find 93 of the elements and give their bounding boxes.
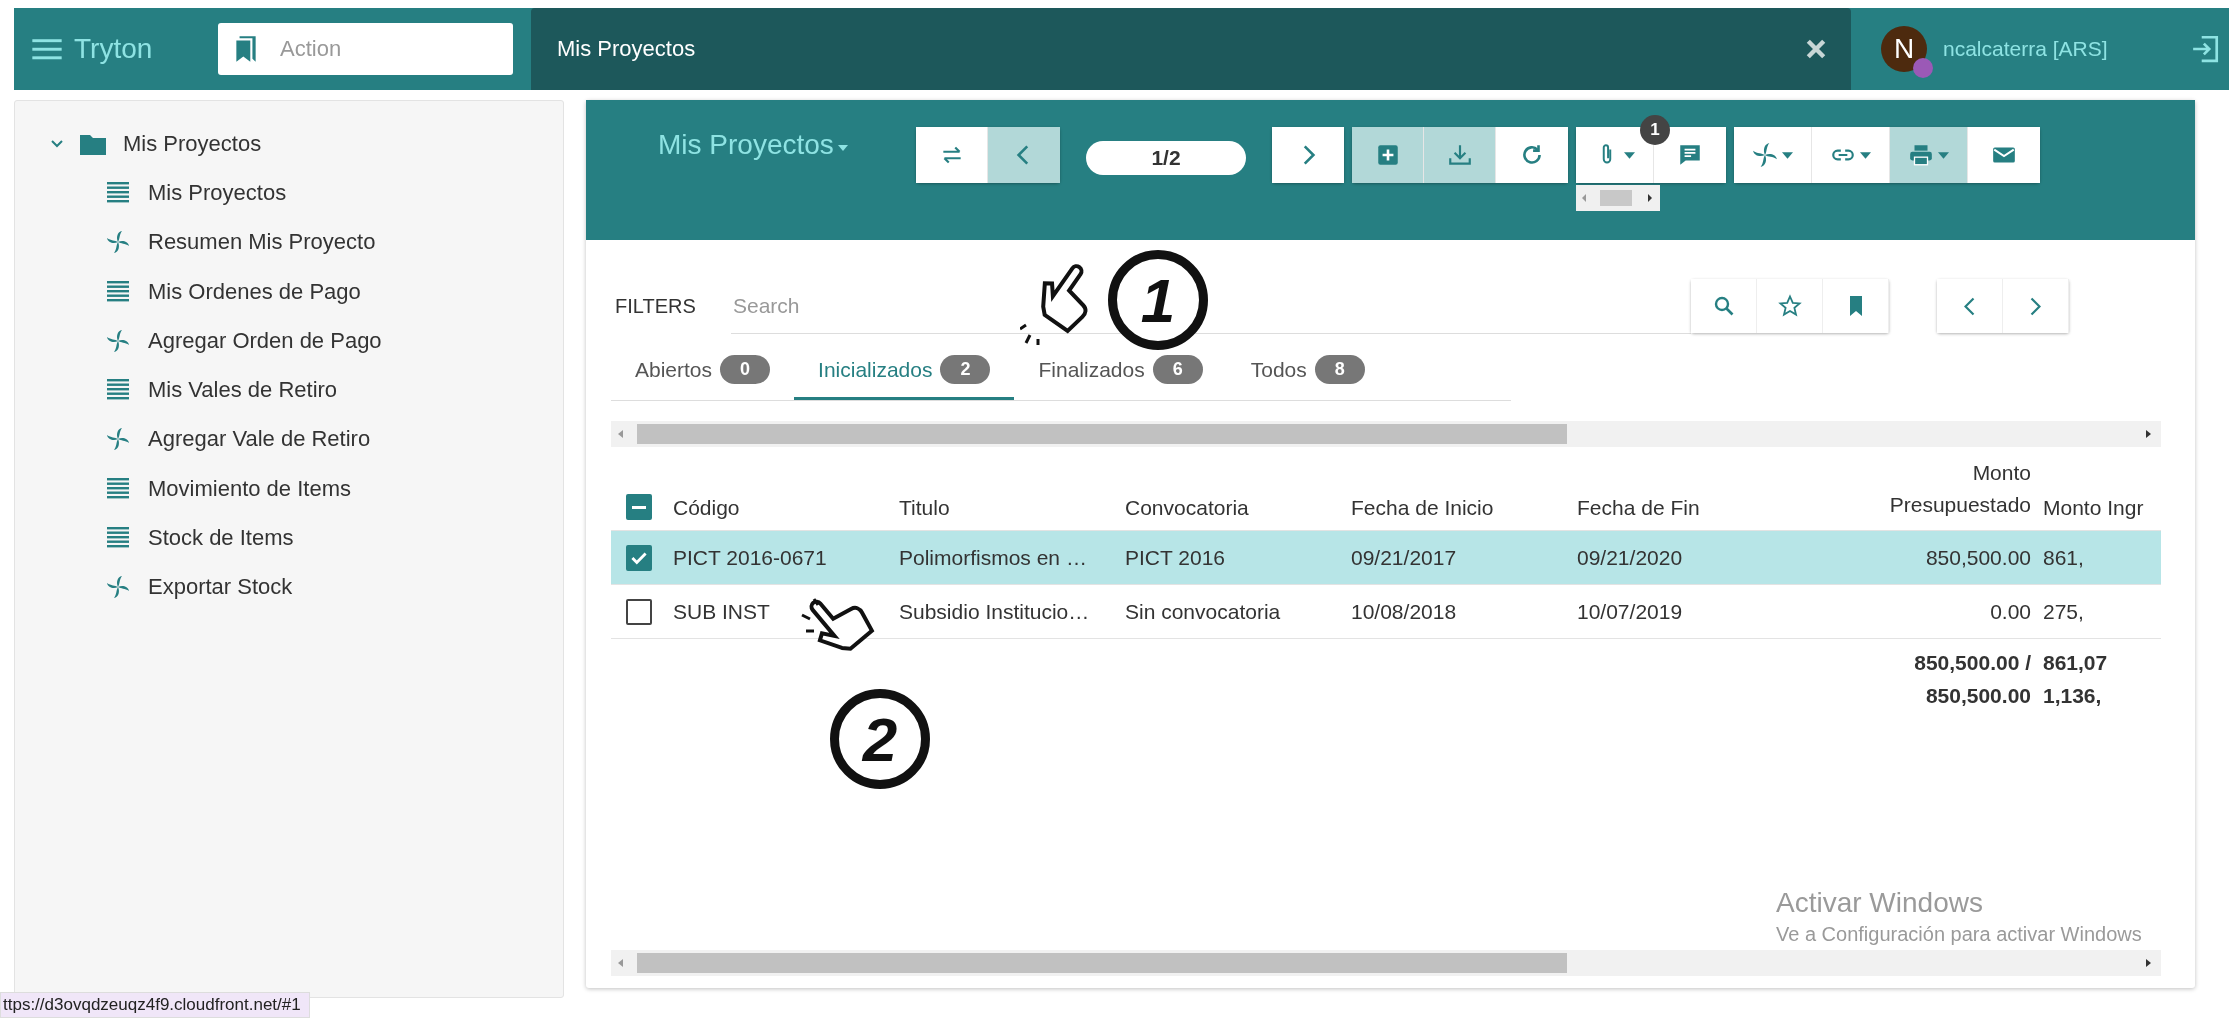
- chevron-left-icon: [1964, 296, 1975, 316]
- select-all-checkbox[interactable]: [626, 494, 652, 520]
- activation-notice-title: Activar Windows: [1776, 887, 1984, 919]
- close-icon[interactable]: [1805, 38, 1827, 60]
- switch-view-button[interactable]: [916, 127, 988, 183]
- caret-icon: [1860, 151, 1871, 159]
- tree-menu-item[interactable]: Mis Vales de Retiro: [51, 365, 563, 415]
- column-header[interactable]: Código: [673, 496, 740, 519]
- column-header[interactable]: Fecha de Inicio: [1351, 496, 1494, 519]
- count-badge: 8: [1314, 355, 1365, 384]
- logout-icon[interactable]: [2191, 34, 2221, 64]
- tree-menu-item[interactable]: Mis Proyectos: [51, 168, 563, 218]
- pinwheel-icon: [106, 427, 130, 452]
- favorite-button[interactable]: [1757, 279, 1823, 333]
- pinwheel-icon: [106, 328, 130, 353]
- row-checkbox[interactable]: [626, 598, 652, 625]
- filters-label: FILTERS: [614, 294, 697, 318]
- column-header[interactable]: Convocatoria: [1125, 496, 1249, 519]
- list-icon: [106, 180, 130, 205]
- list-icon: [106, 279, 130, 304]
- table-cell: Polimorfismos en …: [899, 545, 1087, 569]
- star-icon: [1777, 294, 1802, 318]
- tree-menu-item[interactable]: Mis Ordenes de Pago: [51, 266, 563, 317]
- column-header[interactable]: Fecha de Fin: [1577, 496, 1700, 519]
- caret-icon: [837, 145, 848, 151]
- table-cell: PICT 2016-0671: [673, 545, 827, 569]
- tree-folder-item[interactable]: Mis Proyectos: [51, 119, 563, 169]
- tree-menu-item[interactable]: Stock de Items: [51, 513, 563, 563]
- table-cell: 10/08/2018: [1351, 599, 1457, 623]
- count-badge: 0: [720, 355, 771, 384]
- relate-button[interactable]: [1812, 127, 1890, 183]
- caret-icon: [1938, 151, 1949, 159]
- table-row[interactable]: PICT 2016-0671 Polimorfismos en … PICT 2016 09/21/2017 09/21/2020 850,500.00 861,: [611, 531, 2161, 585]
- tree-menu-item[interactable]: Agregar Vale de Retiro: [51, 414, 563, 465]
- pinwheel-icon: [106, 230, 130, 255]
- horizontal-scrollbar[interactable]: [611, 950, 2161, 976]
- tree-menu-item[interactable]: Agregar Orden de Pago: [51, 316, 563, 366]
- tree-menu-item[interactable]: Exportar Stock: [51, 562, 563, 612]
- total-value: 850,500.00: [1924, 682, 2031, 709]
- avatar-status-dot: [1913, 58, 1933, 78]
- horizontal-scrollbar[interactable]: [611, 421, 2161, 447]
- bookmarks-icon: [234, 34, 258, 64]
- table-cell: Subsidio Institucio…: [899, 599, 1090, 623]
- column-header[interactable]: Titulo: [899, 496, 950, 519]
- table-cell: 09/21/2017: [1351, 545, 1457, 569]
- action-button[interactable]: [1734, 127, 1812, 183]
- table-cell: 275,: [2043, 599, 2084, 623]
- row-checkbox[interactable]: [626, 544, 652, 571]
- list-icon: [106, 526, 130, 550]
- minus-icon: [632, 505, 646, 509]
- table-cell: SUB INST: [673, 599, 770, 623]
- menu-icon[interactable]: [32, 38, 62, 60]
- tab-title: Mis Proyectos: [557, 36, 696, 62]
- table-cell: 09/21/2020: [1577, 545, 1683, 569]
- caret-icon: [1782, 151, 1793, 159]
- total-value: 861,07: [2043, 650, 2109, 676]
- column-header[interactable]: Monto Ingr: [2043, 496, 2144, 519]
- chevron-right-icon: [2030, 296, 2041, 316]
- note-icon: [1677, 142, 1703, 168]
- table-cell: 0.00: [1990, 599, 2031, 623]
- activation-notice-text: Ve a Configuración para activar Windows: [1776, 923, 2143, 946]
- tree-menu-item[interactable]: Resumen Mis Proyecto: [51, 217, 563, 267]
- reload-button[interactable]: [1496, 127, 1568, 183]
- chevron-icon[interactable]: [51, 139, 63, 148]
- table-cell: PICT 2016: [1125, 545, 1225, 569]
- total-value: 850,500.00 /: [1913, 650, 2031, 676]
- filter-tab[interactable]: Todos 8: [1226, 342, 1389, 400]
- bookmark-button[interactable]: [1823, 279, 1889, 333]
- table-cell: 10/07/2019: [1577, 599, 1683, 623]
- email-button[interactable]: [1968, 127, 2040, 183]
- total-value: 1,136,: [2043, 682, 2103, 709]
- table-cell: 850,500.00: [1925, 545, 2031, 569]
- open-tab[interactable]: Mis Proyectos: [531, 8, 1851, 90]
- pinwheel-icon: [1752, 142, 1778, 168]
- status-url: ttps://d3ovqdzeuqz4f9.cloudfront.net/#1: [0, 992, 310, 1018]
- table-cell: Sin convocatoria: [1125, 599, 1281, 623]
- caret-icon: [1624, 151, 1635, 159]
- filter-tab[interactable]: Inicializados 2: [794, 342, 1015, 400]
- column-header[interactable]: Monto Presupuestado: [1871, 457, 2031, 520]
- list-icon: [106, 476, 130, 501]
- action-search-field[interactable]: Action: [218, 23, 513, 75]
- download-icon: [1446, 142, 1473, 168]
- attachment-count-badge: 1: [1640, 115, 1670, 145]
- printer-icon: [1908, 142, 1934, 168]
- page-indicator: 1/2: [1086, 141, 1246, 175]
- pinwheel-icon: [106, 575, 130, 600]
- count-badge: 2: [940, 355, 991, 384]
- user-avatar: N: [1881, 26, 1927, 72]
- table-cell: 861,: [2043, 545, 2084, 569]
- count-badge: 6: [1152, 355, 1203, 384]
- search-button[interactable]: [1691, 279, 1757, 333]
- filter-tab[interactable]: Abiertos 0: [611, 342, 795, 400]
- tree-menu-item[interactable]: Movimiento de Items: [51, 464, 563, 514]
